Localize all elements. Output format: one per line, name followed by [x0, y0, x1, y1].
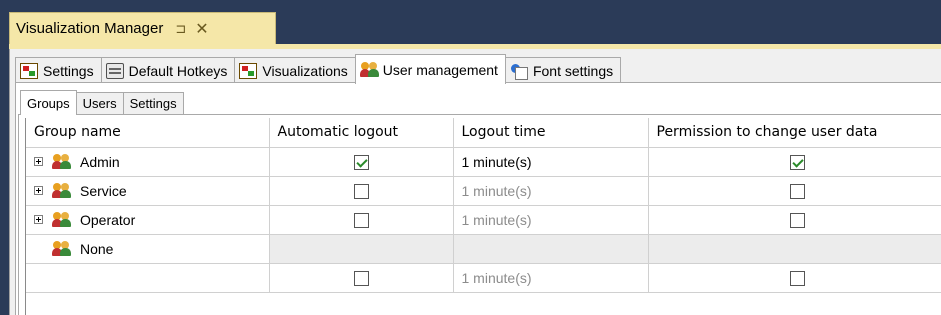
tab-user-management[interactable]: User management [354, 54, 506, 84]
tab-settings[interactable]: Settings [15, 57, 102, 83]
group-name: None [80, 240, 114, 257]
group-name-cell[interactable] [26, 263, 270, 293]
users-icon [52, 182, 72, 199]
permission-cell [648, 147, 941, 177]
users-icon [52, 240, 72, 257]
users-icon [52, 211, 72, 228]
table-header-row: Group name Automatic logout Logout time … [26, 118, 941, 148]
document-tab-title: Visualization Manager [16, 20, 164, 37]
permission-checkbox[interactable] [789, 212, 805, 228]
logout-time-cell: 1 minute(s) [453, 205, 649, 235]
automatic-logout-checkbox[interactable] [353, 270, 369, 286]
font-icon [510, 63, 528, 80]
permission-cell [648, 176, 941, 206]
inner-tab-strip: Groups Users Settings [20, 89, 184, 115]
group-name: Admin [80, 153, 120, 170]
table-row[interactable]: None [26, 234, 941, 264]
column-header-permission[interactable]: Permission to change user data [648, 118, 941, 148]
group-name: Operator [80, 211, 136, 228]
permission-cell [648, 205, 941, 235]
groups-table: Group name Automatic logout Logout time … [26, 118, 941, 293]
permission-checkbox[interactable] [789, 154, 805, 170]
expand-icon[interactable] [34, 157, 43, 166]
expand-icon[interactable] [34, 186, 43, 195]
tab-label: User management [382, 61, 498, 78]
tab-label: Settings [43, 62, 94, 79]
logout-time-cell[interactable]: 1 minute(s) [453, 147, 649, 177]
tab-label: Visualizations [262, 62, 348, 79]
tab-label: Font settings [532, 62, 614, 79]
window-icon [20, 62, 38, 79]
group-name-cell[interactable]: None [26, 234, 270, 264]
tab-inner-settings[interactable]: Settings [122, 92, 184, 114]
tab-groups[interactable]: Groups [20, 90, 77, 115]
permission-checkbox[interactable] [789, 183, 805, 199]
group-name: Service [80, 182, 127, 199]
editor-content: Settings Default Hotkeys Visualizations … [9, 49, 941, 315]
user-management-panel: Groups Users Settings Group name Automat… [15, 82, 941, 315]
table-row[interactable]: Service 1 minute(s) [26, 176, 941, 206]
tab-users[interactable]: Users [75, 92, 124, 114]
tab-font-settings[interactable]: Font settings [504, 57, 622, 83]
document-tab[interactable]: Visualization Manager ⊐ ✕ [9, 12, 276, 44]
automatic-logout-cell [269, 263, 454, 293]
logout-time-cell: 1 minute(s) [453, 263, 649, 293]
automatic-logout-cell [269, 147, 454, 177]
automatic-logout-cell [269, 176, 454, 206]
automatic-logout-checkbox[interactable] [353, 183, 369, 199]
pin-icon[interactable]: ⊐ [175, 21, 186, 37]
window-icon [239, 62, 258, 79]
tab-visualizations[interactable]: Visualizations [234, 57, 356, 83]
permission-checkbox[interactable] [789, 270, 805, 286]
table-row[interactable]: Operator 1 minute(s) [26, 205, 941, 235]
keyboard-icon [105, 62, 124, 79]
column-header-group-name[interactable]: Group name [26, 118, 270, 148]
table-row[interactable]: Admin 1 minute(s) [26, 147, 941, 177]
group-name-cell[interactable]: Operator [26, 205, 270, 235]
groups-panel: Group name Automatic logout Logout time … [18, 114, 941, 315]
column-header-automatic-logout[interactable]: Automatic logout [269, 118, 454, 148]
automatic-logout-checkbox[interactable] [353, 212, 369, 228]
outer-tab-strip: Settings Default Hotkeys Visualizations … [15, 54, 622, 84]
expand-icon[interactable] [34, 215, 43, 224]
automatic-logout-cell [269, 205, 454, 235]
users-icon [359, 61, 379, 78]
logout-time-cell [453, 234, 649, 264]
permission-cell [648, 234, 941, 264]
groups-grid: Group name Automatic logout Logout time … [25, 118, 941, 315]
group-name-cell[interactable]: Service [26, 176, 270, 206]
logout-time-cell: 1 minute(s) [453, 176, 649, 206]
automatic-logout-cell [269, 234, 454, 264]
automatic-logout-checkbox[interactable] [353, 154, 369, 170]
group-name-cell[interactable]: Admin [26, 147, 270, 177]
column-header-logout-time[interactable]: Logout time [453, 118, 649, 148]
table-row-new[interactable]: 1 minute(s) [26, 263, 941, 293]
close-icon[interactable]: ✕ [195, 19, 208, 39]
permission-cell [648, 263, 941, 293]
tab-default-hotkeys[interactable]: Default Hotkeys [100, 57, 236, 83]
users-icon [52, 153, 72, 170]
tab-label: Default Hotkeys [128, 62, 228, 79]
